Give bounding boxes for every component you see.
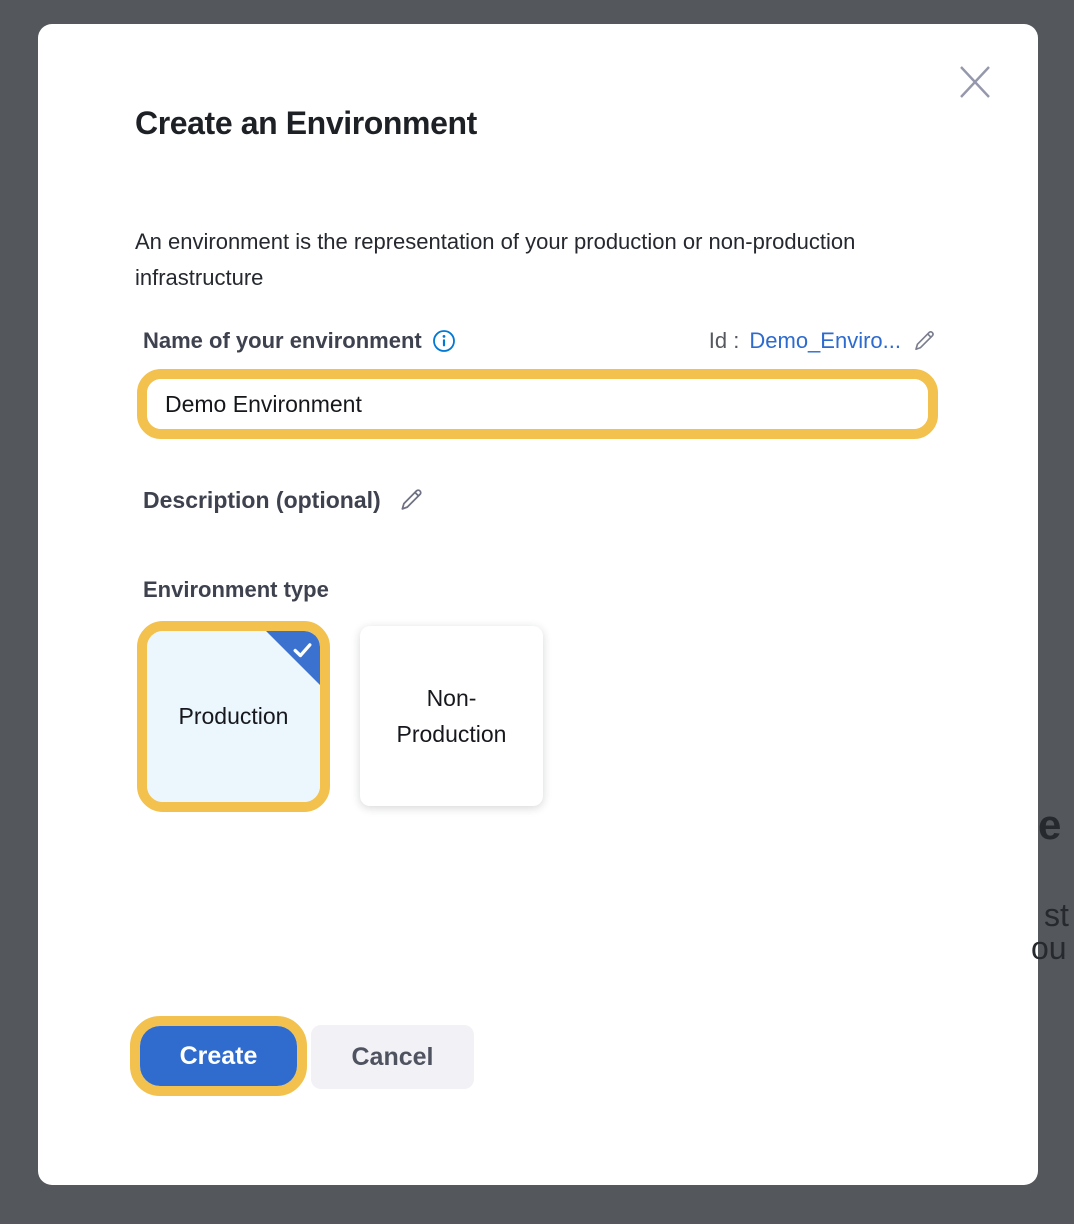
clipped-tooltip-text-fragment: ou (1031, 930, 1067, 967)
close-button[interactable] (945, 52, 1005, 112)
name-field-label: Name of your environment (143, 328, 422, 354)
non-production-card-label: Non-Production (384, 680, 519, 752)
close-icon (958, 64, 992, 100)
edit-id-icon[interactable] (911, 328, 937, 354)
dialog-description: An environment is the representation of … (135, 224, 885, 296)
environment-type-label: Environment type (143, 577, 329, 603)
environment-name-input[interactable] (147, 379, 928, 429)
production-card-label: Production (179, 703, 289, 730)
create-environment-dialog: Create an Environment An environment is … (38, 24, 1038, 1185)
production-card-highlight-ring: Production (137, 621, 330, 812)
clipped-tooltip-text-fragment: st (1044, 897, 1069, 934)
info-icon[interactable] (432, 329, 456, 353)
create-button-highlight-ring: Create (130, 1016, 307, 1096)
dialog-title: Create an Environment (135, 105, 477, 142)
description-field-label: Description (optional) (143, 487, 381, 514)
name-input-highlight-ring (137, 369, 938, 439)
id-prefix-label: Id : (709, 328, 740, 354)
edit-description-icon[interactable] (397, 486, 425, 514)
check-icon (290, 637, 315, 662)
create-button[interactable]: Create (140, 1026, 297, 1086)
name-field-label-group: Name of your environment (143, 328, 456, 354)
clipped-tooltip-text-fragment: e (1038, 801, 1061, 849)
cancel-button[interactable]: Cancel (311, 1025, 474, 1089)
description-field-header: Description (optional) (143, 486, 425, 514)
environment-id-link[interactable]: Demo_Enviro... (749, 328, 901, 354)
screen-overlay: { "modal": { "title": "Create an Environ… (0, 0, 1074, 1224)
environment-type-card-production[interactable]: Production (147, 631, 320, 802)
environment-type-card-non-production[interactable]: Non-Production (360, 626, 543, 806)
name-field-header: Name of your environment Id : Demo_Envir… (143, 328, 937, 354)
environment-id-group: Id : Demo_Enviro... (709, 328, 937, 354)
